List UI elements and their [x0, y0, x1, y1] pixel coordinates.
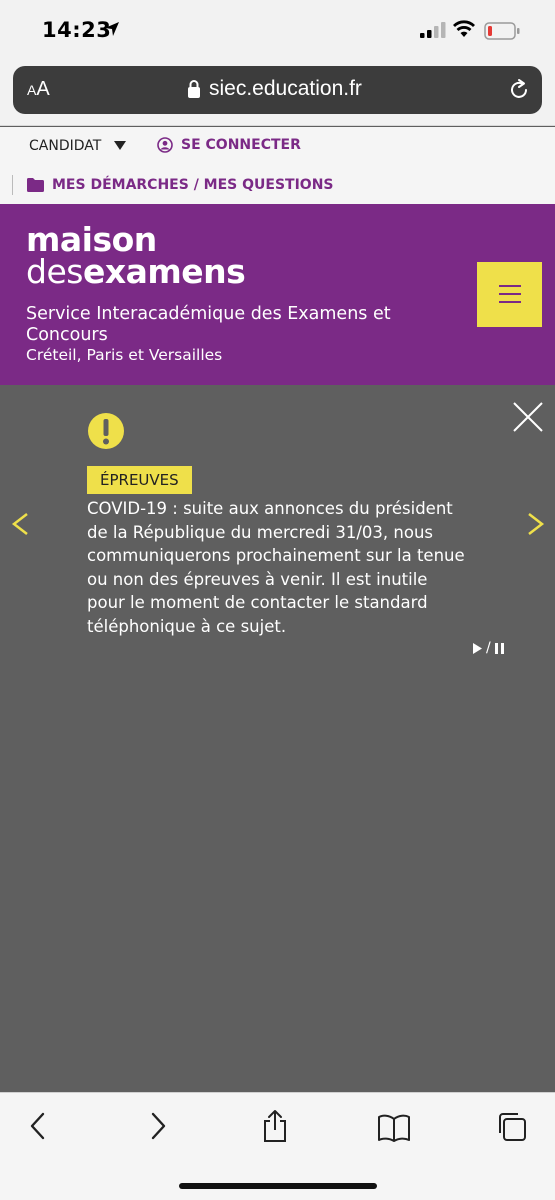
- browser-toolbar: [0, 1092, 555, 1200]
- top-links: CANDIDAT SE CONNECTER MES DÉMARCHES / ME…: [0, 127, 555, 204]
- site-header: maison desexamens Service Interacadémiqu…: [0, 204, 555, 385]
- candidat-dropdown[interactable]: CANDIDAT: [29, 138, 101, 154]
- login-link[interactable]: SE CONNECTER: [157, 137, 301, 153]
- home-indicator: [179, 1183, 377, 1189]
- play-icon[interactable]: [472, 642, 483, 654]
- menu-button[interactable]: [477, 262, 542, 327]
- alert-message: COVID-19 : suite aux annonces du préside…: [87, 499, 465, 636]
- signal-icon: [420, 22, 446, 38]
- chevron-left-icon[interactable]: [10, 512, 30, 536]
- alert-overlay: ÉPREUVES COVID-19 : suite aux annonces d…: [0, 385, 555, 1092]
- reader-text-size-button[interactable]: AA: [27, 78, 50, 101]
- user-circle-icon: [157, 137, 173, 153]
- tabs-icon[interactable]: [496, 1111, 528, 1143]
- status-bar: 14:23: [0, 0, 555, 62]
- demarches-link[interactable]: MES DÉMARCHES / MES QUESTIONS: [12, 175, 334, 195]
- lock-icon: [188, 80, 200, 98]
- bookmarks-icon[interactable]: [377, 1113, 411, 1143]
- region-subtitle: Créteil, Paris et Versailles: [26, 346, 223, 364]
- url-bar[interactable]: AA siec.education.fr: [13, 66, 542, 114]
- battery-icon: [484, 22, 520, 40]
- close-icon[interactable]: [512, 401, 544, 433]
- demarches-label: MES DÉMARCHES / MES QUESTIONS: [52, 177, 334, 193]
- pause-icon[interactable]: [494, 642, 505, 654]
- wifi-icon: [453, 20, 475, 37]
- service-title: Service Interacadémique des Examens et C…: [26, 304, 391, 345]
- share-icon[interactable]: [261, 1109, 289, 1143]
- chevron-right-icon[interactable]: [526, 512, 546, 536]
- warning-icon: [88, 413, 124, 449]
- category-badge: ÉPREUVES: [87, 466, 192, 494]
- forward-icon[interactable]: [148, 1111, 168, 1141]
- reload-icon[interactable]: [507, 78, 531, 102]
- login-label: SE CONNECTER: [181, 137, 301, 153]
- play-pause-separator: /: [486, 640, 491, 656]
- browser-url-area: AA siec.education.fr: [0, 62, 555, 126]
- location-arrow-icon: [105, 22, 119, 36]
- url-text[interactable]: siec.education.fr: [209, 77, 362, 101]
- caret-down-icon[interactable]: [114, 141, 126, 150]
- logo-line2[interactable]: desexamens: [26, 254, 246, 290]
- back-icon[interactable]: [28, 1111, 48, 1141]
- folder-icon: [27, 178, 44, 192]
- menu-icon: [499, 285, 521, 287]
- play-pause-controls: /: [472, 640, 505, 656]
- status-time: 14:23: [42, 18, 112, 42]
